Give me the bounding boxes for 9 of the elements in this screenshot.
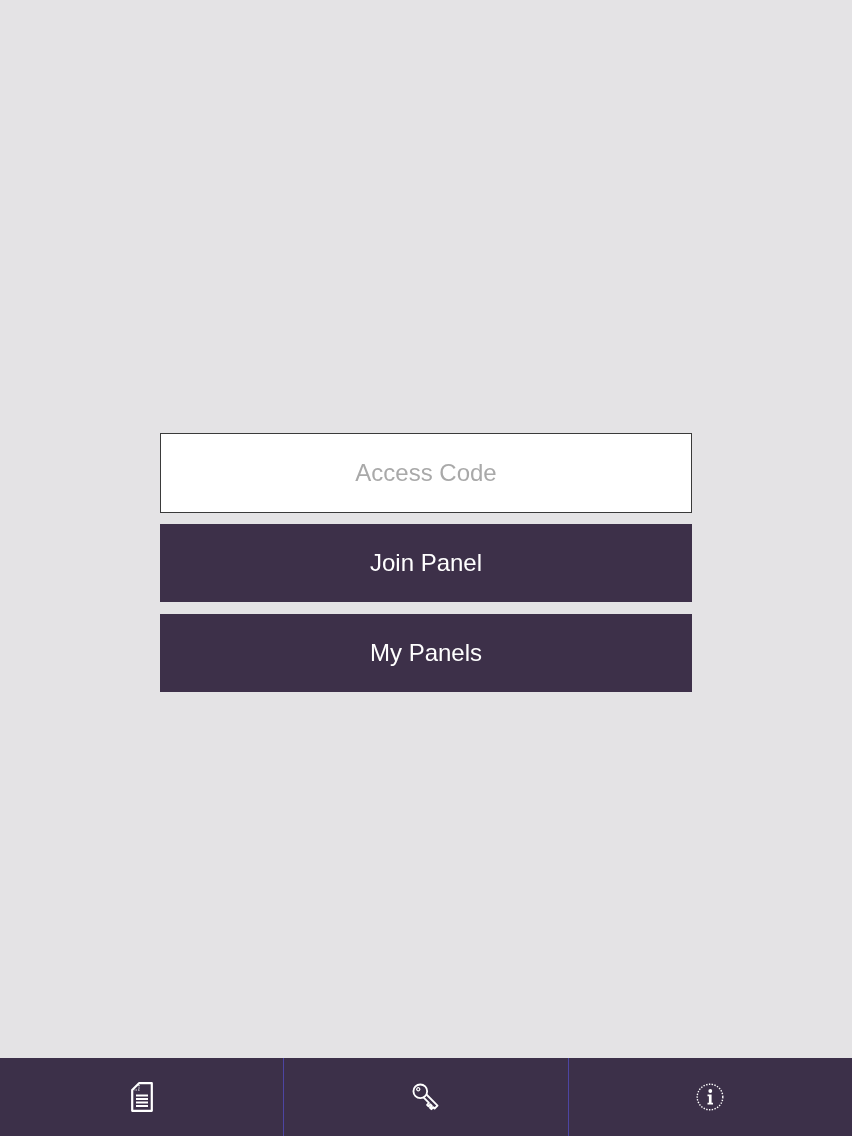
info-icon [696, 1083, 725, 1111]
tab-button[interactable] [412, 1083, 440, 1111]
access-code-field[interactable]: Access Code [160, 433, 692, 513]
key-icon [412, 1083, 440, 1111]
action-button[interactable]: My Panels [160, 614, 692, 692]
tab-button[interactable] [130, 1082, 153, 1112]
document-icon [130, 1082, 153, 1112]
action-button[interactable]: Join Panel [160, 524, 692, 602]
tab-button[interactable] [696, 1083, 725, 1111]
